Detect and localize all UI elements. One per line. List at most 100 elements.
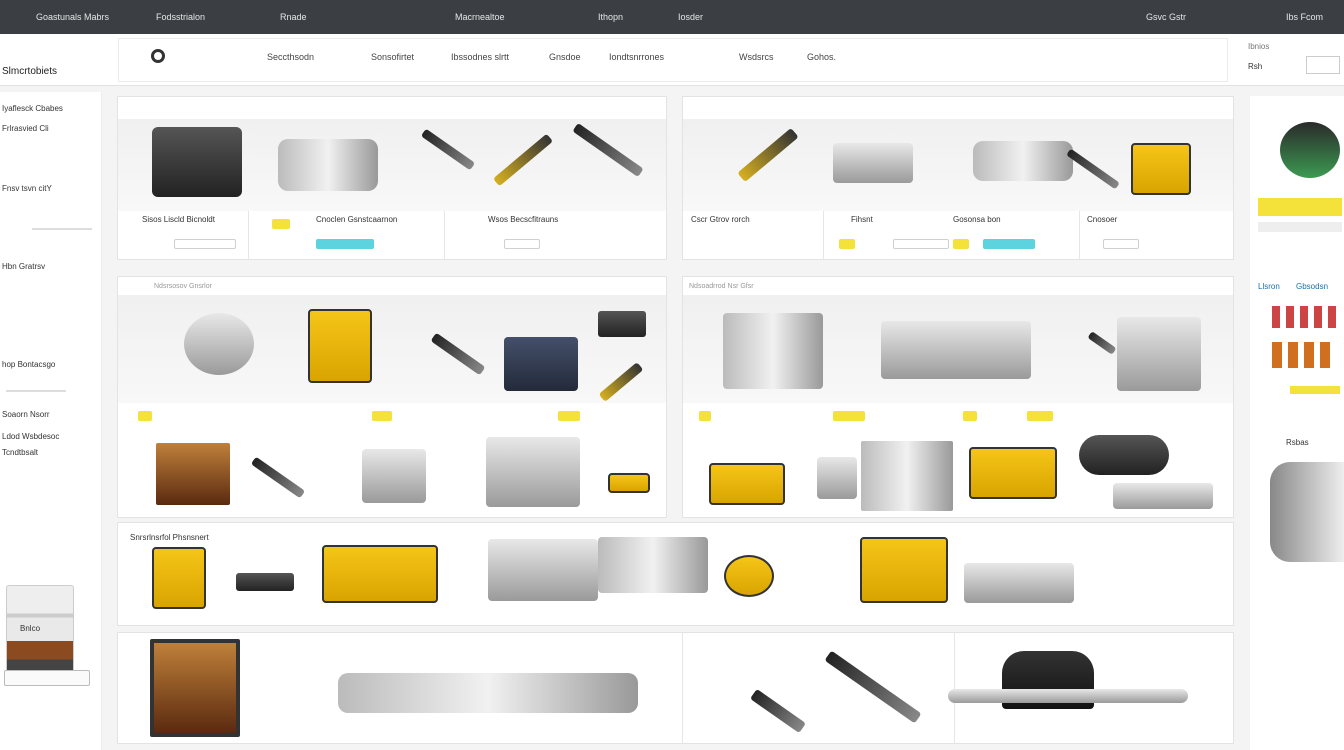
product-panel-3: Ndsrsosov Gnsrlor <box>117 276 667 518</box>
filter-sidebar: Iyaflesck Cbabes Frlrasvied Cli Fnsv tsv… <box>0 92 102 750</box>
category-link-3[interactable]: Ibssodnes slrtt <box>451 52 509 62</box>
site-name[interactable]: Slmcrtobiets <box>2 66 57 77</box>
price-slider[interactable] <box>32 228 92 230</box>
panel-2-label-1[interactable]: Cscr Gtrov rorch <box>691 215 750 224</box>
sidebar-item-3[interactable]: Fnsv tsvn citY <box>2 184 52 193</box>
product-image-welder[interactable] <box>881 321 1031 379</box>
panel-1-label-3[interactable]: Wsos Becscfitrauns <box>488 215 558 224</box>
product-image-grinder-2[interactable] <box>184 313 254 375</box>
panel-2-buy-button[interactable] <box>983 239 1035 249</box>
panel-2-label-2[interactable]: Fihsnt <box>851 215 873 224</box>
product-image-accessory[interactable] <box>964 563 1074 603</box>
product-image-grinder[interactable] <box>278 139 378 191</box>
topbar-right-link-1[interactable]: Gsvc Gstr <box>1146 12 1186 22</box>
product-image-grinder-3[interactable] <box>724 555 774 597</box>
recommend-link-1[interactable]: Llsron <box>1258 282 1280 291</box>
account-input[interactable] <box>1306 56 1340 74</box>
product-image-tool-9[interactable] <box>749 688 807 734</box>
panel-1-badge-1 <box>272 219 290 229</box>
account-label: Ibnios <box>1248 42 1270 51</box>
nav-link-1[interactable]: Fodsstrialon <box>156 12 205 22</box>
panel-2-label-3[interactable]: Gosonsa bon <box>953 215 1001 224</box>
panel-1-label-2[interactable]: Cnoclen Gsnstcaarnon <box>316 215 397 224</box>
sidebar-item-8[interactable]: Tcndtbsalt <box>2 448 38 457</box>
product-image-toolcase[interactable] <box>504 337 578 391</box>
product-image-unit[interactable] <box>486 437 580 507</box>
product-image-tool-7[interactable] <box>250 456 306 499</box>
product-image-base <box>948 689 1188 703</box>
sidebar-item-5[interactable]: hop Bontacsgo <box>2 360 55 369</box>
panel-2-divider-1 <box>823 211 824 259</box>
product-image-machine[interactable] <box>723 313 823 389</box>
recommended-product-1[interactable] <box>1280 122 1340 178</box>
panel-1-price-field-1[interactable] <box>174 239 236 249</box>
product-image-compressor[interactable] <box>152 127 242 197</box>
product-image-cage[interactable] <box>861 441 953 511</box>
product-image-cylinder[interactable] <box>338 673 638 713</box>
product-image-wrench-set[interactable] <box>973 141 1073 181</box>
panel-2-label-4[interactable]: Cnosoer <box>1087 215 1117 224</box>
product-image-drill-3[interactable] <box>608 473 650 493</box>
product-image-generator-3[interactable] <box>322 545 438 603</box>
panel-1-buy-button[interactable] <box>316 239 374 249</box>
product-image-mixer[interactable] <box>362 449 426 503</box>
panel-1-label-1[interactable]: Sisos Liscld Bicnoldt <box>142 215 215 224</box>
product-image-tool-10[interactable] <box>824 650 922 724</box>
product-image-saw[interactable] <box>709 463 785 505</box>
product-image-battery[interactable] <box>236 573 294 591</box>
panel-2-price-field-2[interactable] <box>1103 239 1139 249</box>
product-image-welder-2[interactable] <box>488 539 598 601</box>
product-image-cabinet[interactable] <box>1117 317 1201 391</box>
sidebar-item-6[interactable]: Soaorn Nsorr <box>2 410 50 419</box>
sidebar-item-1[interactable]: Iyaflesck Cbabes <box>2 104 63 113</box>
brand-link[interactable]: Goastunals Mabrs <box>36 12 109 22</box>
product-image-generator[interactable] <box>1131 143 1191 195</box>
product-image-compressor-3[interactable] <box>860 537 948 603</box>
nav-link-5[interactable]: Iosder <box>678 12 703 22</box>
panel-2-price-field-1[interactable] <box>893 239 949 249</box>
panel-1-price-field-2[interactable] <box>504 239 540 249</box>
category-link-1[interactable]: Seccthsodn <box>267 52 314 62</box>
top-navigation-bar: Goastunals Mabrs Fodsstrialon Rnade Macr… <box>0 0 1344 34</box>
sidebar-divider <box>6 390 66 392</box>
product-image-drill-2[interactable] <box>833 143 913 183</box>
recommended-product-3[interactable] <box>1272 342 1336 368</box>
account-link[interactable]: Rsh <box>1248 62 1262 71</box>
category-link-4[interactable]: Gnsdoe <box>549 52 581 62</box>
product-image-vacuum[interactable] <box>152 547 206 609</box>
product-panel-6 <box>117 632 1234 744</box>
category-link-6[interactable]: Wsdsrcs <box>739 52 774 62</box>
product-image-generator-2[interactable] <box>969 447 1057 499</box>
panel-3-badge-1 <box>138 411 152 421</box>
nav-link-3[interactable]: Macrnealtoe <box>455 12 505 22</box>
product-image-tool-cluster[interactable] <box>598 537 708 593</box>
category-link-7[interactable]: Gohos. <box>807 52 836 62</box>
recommended-product-4[interactable] <box>1270 462 1344 562</box>
product-image-meter[interactable] <box>598 311 646 337</box>
product-image-hose[interactable] <box>1113 483 1213 509</box>
sidebar-item-2[interactable]: Frlrasvied Cli <box>2 124 49 133</box>
panel-4-badge-4 <box>1027 411 1053 421</box>
sidebar-item-9[interactable]: Bnlco <box>20 624 40 633</box>
account-box: Ibnios Rsh <box>1236 38 1344 84</box>
category-link-2[interactable]: Sonsofirtet <box>371 52 414 62</box>
category-link-5[interactable]: Iondtsnrrones <box>609 52 664 62</box>
product-image-oven[interactable] <box>150 639 240 737</box>
recommended-product-2[interactable] <box>1272 306 1336 328</box>
sidebar-item-4[interactable]: Hbn Gratrsv <box>2 262 45 271</box>
product-image-compressor-2[interactable] <box>308 309 372 383</box>
logo-icon[interactable] <box>151 49 165 63</box>
nav-link-2[interactable]: Rnade <box>280 12 307 22</box>
panel-3-badge-2 <box>372 411 392 421</box>
product-image-sander[interactable] <box>817 457 857 499</box>
recommend-link-2[interactable]: Gbsodsn <box>1296 282 1328 291</box>
recommended-banner[interactable] <box>1258 198 1342 216</box>
topbar-right-link-2[interactable]: Ibs Fcom <box>1286 12 1323 22</box>
sidebar-item-7[interactable]: Ldod Wsbdesoc <box>2 432 59 441</box>
panel-2-divider-2 <box>1079 211 1080 259</box>
nav-link-4[interactable]: Ithopn <box>598 12 623 22</box>
product-image-heater[interactable] <box>156 443 230 505</box>
apply-filter-button[interactable] <box>4 670 90 686</box>
product-panel-1: Sisos Liscld Bicnoldt Cnoclen Gsnstcaarn… <box>117 96 667 260</box>
product-image-blower[interactable] <box>1079 435 1169 475</box>
